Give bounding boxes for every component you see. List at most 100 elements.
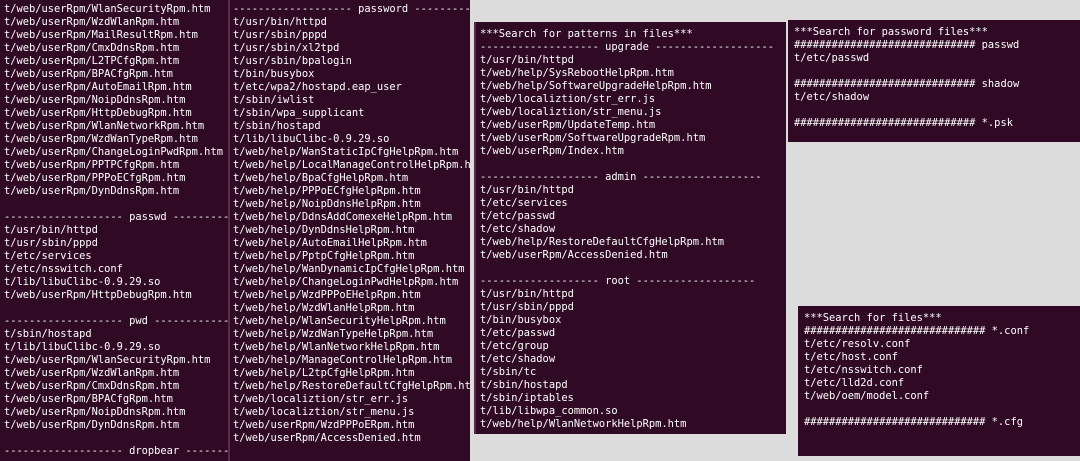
terminal-line: t/etc/passwd: [480, 327, 556, 339]
terminal-line: t/web/help/NoipDdnsHelpRpm.htm: [233, 198, 421, 210]
terminal-line: t/etc/nsswitch.conf: [4, 263, 123, 275]
terminal-line: ***Search for patterns in files***: [480, 28, 693, 40]
terminal-line: t/web/help/AutoEmailHelpRpm.htm: [233, 237, 427, 249]
terminal-line: t/web/userRpm/BPACfgRpm.htm: [4, 393, 173, 405]
terminal-line: t/web/userRpm/WzdWanTypeRpm.htm: [4, 133, 198, 145]
terminal-line: t/etc/services: [480, 197, 568, 209]
terminal-line: ------------------- pwd -------------: [4, 315, 228, 327]
terminal-line: t/etc/shadow: [480, 223, 556, 235]
terminal-line: t/web/help/SoftwareUpgradeHelpRpm.htm: [480, 80, 712, 92]
terminal-line: t/bin/busybox: [480, 314, 562, 326]
terminal-line: t/web/localiztion/str_menu.js: [233, 406, 415, 418]
terminal-line: t/web/userRpm/WlanNetworkRpm.htm: [4, 120, 205, 132]
terminal-line: t/web/userRpm/NoipDdnsRpm.htm: [4, 406, 186, 418]
terminal-line: t/web/userRpm/AccessDenied.htm: [233, 432, 421, 444]
terminal-line: t/etc/resolv.conf: [804, 338, 911, 350]
terminal-line: t/web/help/PptpCfgHelpRpm.htm: [233, 250, 415, 262]
terminal-line: ############################# *.psk: [794, 117, 1013, 129]
terminal-line: t/web/help/DynDdnsHelpRpm.htm: [233, 224, 415, 236]
terminal-line: ############################# *.cfg: [804, 416, 1023, 428]
terminal-line: t/web/help/LocalManageControlHelpRpm.htm: [233, 159, 470, 171]
terminal-line: ------------------- dropbear -----------…: [4, 445, 228, 457]
terminal-line: t/web/help/BpaCfgHelpRpm.htm: [233, 172, 409, 184]
terminal-line: ***Search for password files***: [794, 26, 988, 38]
terminal-line: ------------------- admin --------------…: [480, 171, 762, 183]
terminal-line: ------------------- password -----------…: [233, 3, 470, 15]
terminal-line: t/sbin/hostapd: [480, 379, 568, 391]
terminal-line: t/web/help/WlanSecurityHelpRpm.htm: [233, 315, 446, 327]
terminal-line: t/web/help/WanDynamicIpCfgHelpRpm.htm: [233, 263, 465, 275]
terminal-line: t/web/userRpm/MailResultRpm.htm: [4, 29, 198, 41]
terminal-line: t/web/help/ChangeLoginPwdHelpRpm.htm: [233, 276, 459, 288]
terminal-line: t/web/help/ManageControlHelpRpm.htm: [233, 354, 452, 366]
terminal-line: t/web/userRpm/AutoEmailRpm.htm: [4, 81, 192, 93]
terminal-line: t/web/userRpm/DynDdnsRpm.htm: [4, 185, 180, 197]
terminal-line: t/web/userRpm/AccessDenied.htm: [480, 249, 668, 261]
terminal-line: t/web/help/L2tpCfgHelpRpm.htm: [233, 367, 415, 379]
terminal-line: t/web/userRpm/HttpDebugRpm.htm: [4, 107, 192, 119]
terminal-line: t/etc/passwd: [480, 210, 556, 222]
terminal-line: t/web/userRpm/WzdWlanRpm.htm: [4, 16, 180, 28]
terminal-pane-4[interactable]: ***Search for password files*** #########…: [788, 20, 1080, 142]
terminal-line: t/web/userRpm/NoipDdnsRpm.htm: [4, 94, 186, 106]
terminal-line: t/bin/busybox: [233, 68, 315, 80]
terminal-line: t/lib/libuClibc-0.9.29.so: [4, 276, 161, 288]
terminal-line: t/usr/sbin/pppd: [233, 29, 327, 41]
terminal-line: t/web/userRpm/SoftwareUpgradeRpm.htm: [480, 132, 706, 144]
terminal-line: t/web/userRpm/CmxDdnsRpm.htm: [4, 42, 180, 54]
terminal-pane-5[interactable]: ***Search for files*** ##################…: [798, 306, 1080, 456]
terminal-line: t/web/userRpm/UpdateTemp.htm: [480, 119, 656, 131]
terminal-line: t/web/userRpm/WzdPPPoERpm.htm: [233, 419, 415, 431]
terminal-line: t/sbin/iptables: [480, 392, 574, 404]
terminal-line: t/sbin/hostapd: [4, 328, 92, 340]
terminal-line: t/lib/libuClibc-0.9.29.so: [233, 133, 390, 145]
terminal-line: t/etc/services: [4, 250, 92, 262]
terminal-line: t/sbin/wpa_supplicant: [233, 107, 365, 119]
terminal-line: t/etc/shadow: [794, 91, 870, 103]
terminal-line: t/usr/sbin/pppd: [4, 237, 98, 249]
terminal-line: t/web/localiztion/str_menu.js: [480, 106, 662, 118]
terminal-line: t/web/userRpm/ChangeLoginPwdRpm.htm: [4, 146, 223, 158]
terminal-line: t/web/userRpm/PPPoECfgRpm.htm: [4, 172, 186, 184]
terminal-line: t/web/userRpm/Index.htm: [480, 145, 624, 157]
terminal-line: ############################# *.conf: [804, 325, 1030, 337]
terminal-pane-2[interactable]: ------------------- password -----------…: [228, 0, 470, 461]
terminal-line: t/lib/libuClibc-0.9.29.so: [4, 341, 161, 353]
terminal-line: t/web/userRpm/CmxDdnsRpm.htm: [4, 380, 180, 392]
terminal-line: t/usr/sbin/pppd: [480, 301, 574, 313]
terminal-line: t/usr/sbin/bpalogin: [233, 55, 352, 67]
terminal-line: ############################# shadow: [794, 78, 1020, 90]
terminal-line: t/web/userRpm/BPACfgRpm.htm: [4, 68, 173, 80]
terminal-line: t/usr/sbin/xl2tpd: [233, 42, 340, 54]
terminal-line: t/lib/libwpa_common.so: [480, 405, 618, 417]
terminal-line: t/web/help/WzdPPPoEHelpRpm.htm: [233, 289, 421, 301]
terminal-pane-1[interactable]: t/web/userRpm/WlanSecurityRpm.htm t/web/u…: [0, 0, 228, 461]
terminal-line: t/usr/bin/httpd: [4, 224, 98, 236]
terminal-line: t/web/userRpm/L2TPCfgRpm.htm: [4, 55, 180, 67]
terminal-line: t/web/userRpm/HttpDebugRpm.htm: [4, 289, 192, 301]
terminal-line: t/web/help/WanStaticIpCfgHelpRpm.htm: [233, 146, 459, 158]
terminal-line: t/web/help/RestoreDefaultCfgHelpRpm.htm: [480, 236, 724, 248]
terminal-line: t/usr/bin/httpd: [480, 54, 574, 66]
terminal-line: ------------------- root ---------------…: [480, 275, 756, 287]
terminal-line: t/etc/shadow: [480, 353, 556, 365]
terminal-line: t/web/help/PPPoECfgHelpRpm.htm: [233, 185, 421, 197]
terminal-line: t/etc/host.conf: [804, 351, 898, 363]
terminal-line: t/sbin/iwlist: [233, 94, 315, 106]
terminal-line: t/web/help/WzdWanTypeHelpRpm.htm: [233, 328, 434, 340]
terminal-line: t/etc/passwd: [794, 52, 870, 64]
terminal-line: t/web/help/DdnsAddComexeHelpRpm.htm: [233, 211, 452, 223]
terminal-line: t/etc/group: [480, 340, 549, 352]
terminal-line: ------------------- upgrade ------------…: [480, 41, 775, 53]
terminal-line: ------------------- passwd -----------: [4, 211, 228, 223]
terminal-pane-3[interactable]: ***Search for patterns in files*** ------…: [474, 22, 786, 434]
terminal-line: t/web/help/WlanNetworkHelpRpm.htm: [480, 418, 687, 430]
terminal-line: ############################# passwd: [794, 39, 1020, 51]
terminal-line: t/web/userRpm/WlanSecurityRpm.htm: [4, 354, 211, 366]
